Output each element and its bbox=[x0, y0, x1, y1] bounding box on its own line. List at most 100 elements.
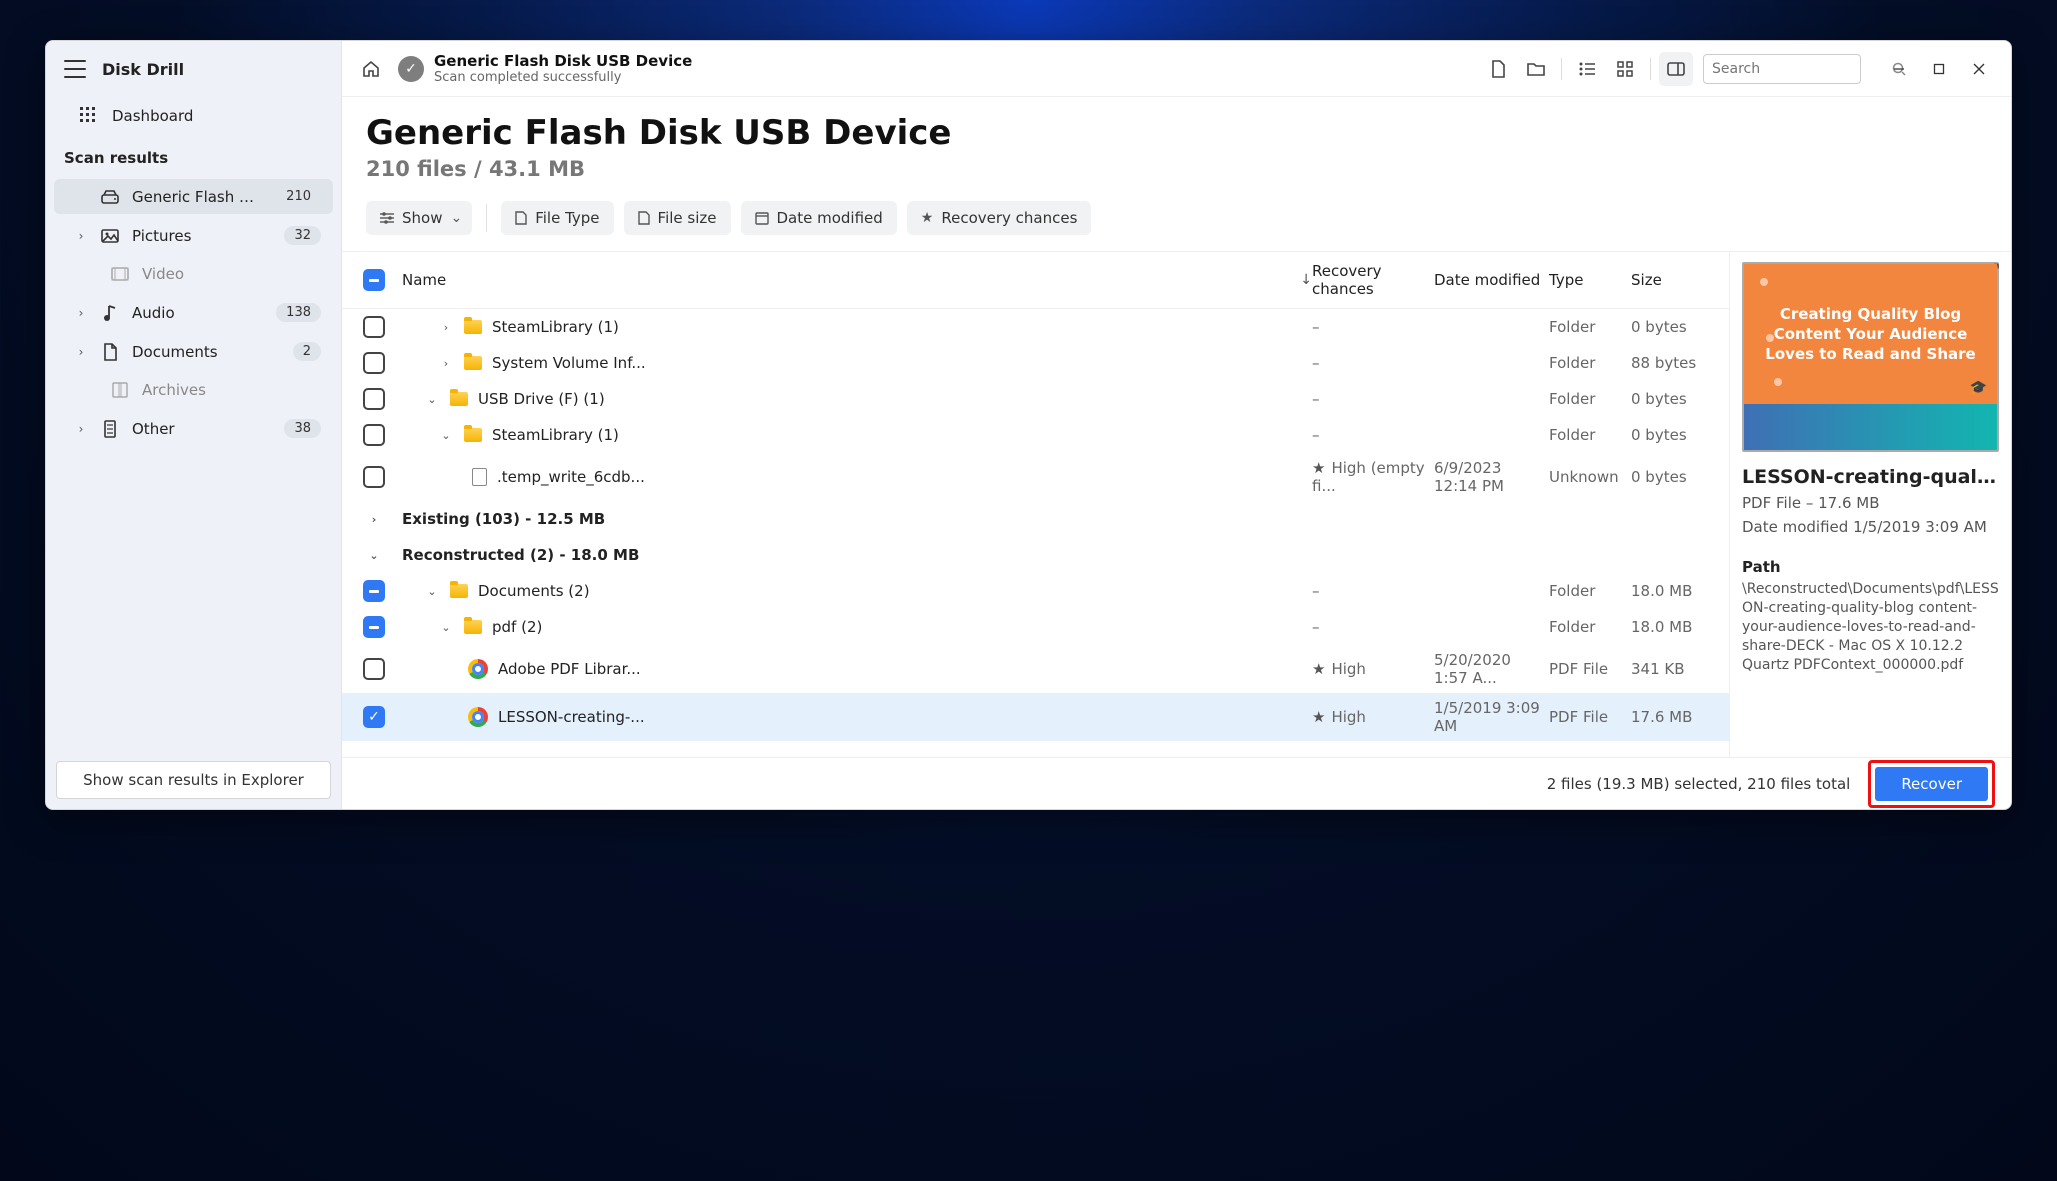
sidebar-item-video[interactable]: Video bbox=[54, 257, 333, 291]
file-name: .temp_write_6cdb... bbox=[497, 468, 1312, 486]
cell-recovery: – bbox=[1312, 354, 1434, 372]
row-checkbox[interactable]: ✓ bbox=[363, 706, 385, 728]
page-subtitle: 210 files / 43.1 MB bbox=[366, 157, 1987, 181]
nav-dashboard[interactable]: Dashboard bbox=[46, 97, 341, 135]
sidebar-badge: 138 bbox=[276, 303, 321, 322]
table-row[interactable]: .temp_write_6cdb... ★High (empty fi... 6… bbox=[342, 453, 1729, 501]
panel-view-icon[interactable] bbox=[1659, 52, 1693, 86]
chevron-right-icon[interactable]: › bbox=[366, 513, 382, 526]
cell-size: 0 bytes bbox=[1631, 468, 1711, 486]
file-name: SteamLibrary (1) bbox=[492, 318, 1312, 336]
music-icon bbox=[100, 304, 120, 322]
chevron-down-icon[interactable]: ⌄ bbox=[438, 429, 454, 442]
sidebar-item-archives[interactable]: Archives bbox=[54, 373, 333, 407]
chevron-right-icon: › bbox=[74, 345, 88, 359]
view-controls bbox=[1481, 52, 1693, 86]
col-size[interactable]: Size bbox=[1631, 271, 1711, 289]
chevron-down-icon[interactable]: ⌄ bbox=[366, 549, 382, 562]
close-button[interactable] bbox=[1959, 49, 1999, 89]
archive-icon bbox=[110, 382, 130, 398]
chevron-right-icon[interactable]: › bbox=[438, 357, 454, 370]
list-view-icon[interactable] bbox=[1570, 52, 1604, 86]
file-list: Name↓ Recovery chances Date modified Typ… bbox=[342, 252, 1729, 757]
table-row[interactable]: Adobe PDF Librar... ★High 5/20/2020 1:57… bbox=[342, 645, 1729, 693]
section-existing[interactable]: › Existing (103) - 12.5 MB bbox=[342, 501, 1729, 537]
row-checkbox[interactable] bbox=[363, 352, 385, 374]
table-row[interactable]: ⌄USB Drive (F) (1) – Folder 0 bytes bbox=[342, 381, 1729, 417]
maximize-button[interactable] bbox=[1919, 49, 1959, 89]
filter-datemod[interactable]: Date modified bbox=[741, 201, 897, 235]
table-row[interactable]: ✓ LESSON-creating-... ★High 1/5/2019 3:0… bbox=[342, 693, 1729, 741]
row-checkbox[interactable] bbox=[363, 388, 385, 410]
show-in-explorer-button[interactable]: Show scan results in Explorer bbox=[56, 761, 331, 799]
col-date[interactable]: Date modified bbox=[1434, 271, 1549, 289]
table-row[interactable]: ›System Volume Inf... – Folder 88 bytes bbox=[342, 345, 1729, 381]
scan-status-icon: ✓ bbox=[398, 56, 424, 82]
breadcrumb-subtitle: Scan completed successfully bbox=[434, 70, 1471, 85]
table-row[interactable]: ›SteamLibrary (1) – Folder 0 bytes bbox=[342, 309, 1729, 345]
file-icon[interactable] bbox=[1481, 52, 1515, 86]
cell-recovery: ★High bbox=[1312, 708, 1434, 726]
row-checkbox[interactable] bbox=[363, 316, 385, 338]
sidebar-item-audio[interactable]: › Audio 138 bbox=[54, 295, 333, 330]
table-row[interactable]: ⌄pdf (2) – Folder 18.0 MB bbox=[342, 609, 1729, 645]
folder-icon[interactable] bbox=[1519, 52, 1553, 86]
filter-bar: Show ⌄ File Type File size Date modified… bbox=[342, 201, 2011, 251]
separator bbox=[1561, 58, 1562, 80]
folder-icon bbox=[464, 320, 482, 334]
col-type[interactable]: Type bbox=[1549, 271, 1631, 289]
sidebar-item-other[interactable]: › Other 38 bbox=[54, 411, 333, 446]
calendar-icon bbox=[755, 211, 769, 225]
graduation-icon: 🎓 bbox=[1970, 379, 1987, 398]
sidebar-item-device[interactable]: Generic Flash Disk USB... 210 bbox=[54, 179, 333, 214]
separator bbox=[1650, 58, 1651, 80]
chevron-down-icon[interactable]: ⌄ bbox=[438, 621, 454, 634]
filter-filetype[interactable]: File Type bbox=[501, 201, 613, 235]
row-checkbox[interactable] bbox=[363, 466, 385, 488]
folder-icon bbox=[450, 392, 468, 406]
cell-date: 5/20/2020 1:57 A... bbox=[1434, 651, 1549, 687]
preview-date: Date modified 1/5/2019 3:09 AM bbox=[1742, 518, 1999, 536]
section-reconstructed[interactable]: ⌄ Reconstructed (2) - 18.0 MB bbox=[342, 537, 1729, 573]
home-icon[interactable] bbox=[354, 52, 388, 86]
row-checkbox[interactable] bbox=[363, 424, 385, 446]
thumbnail-text: Creating Quality Blog Content Your Audie… bbox=[1758, 304, 1983, 365]
select-all-checkbox[interactable] bbox=[363, 269, 385, 291]
row-checkbox[interactable] bbox=[363, 616, 385, 638]
filter-recchance[interactable]: ★ Recovery chances bbox=[907, 201, 1092, 235]
col-recovery[interactable]: Recovery chances bbox=[1312, 262, 1434, 298]
image-icon bbox=[100, 229, 120, 243]
file-name: USB Drive (F) (1) bbox=[478, 390, 1312, 408]
chevron-right-icon: › bbox=[74, 306, 88, 320]
cell-date: 1/5/2019 3:09 AM bbox=[1434, 699, 1549, 735]
star-icon: ★ bbox=[921, 210, 934, 226]
search-box[interactable] bbox=[1703, 54, 1861, 84]
filter-show[interactable]: Show ⌄ bbox=[366, 201, 472, 235]
sidebar-item-documents[interactable]: › Documents 2 bbox=[54, 334, 333, 369]
row-checkbox[interactable] bbox=[363, 658, 385, 680]
row-checkbox[interactable] bbox=[363, 580, 385, 602]
filter-filesize[interactable]: File size bbox=[624, 201, 731, 235]
sidebar-item-label: Audio bbox=[132, 304, 264, 322]
selection-status: 2 files (19.3 MB) selected, 210 files to… bbox=[1547, 775, 1851, 793]
grid-view-icon[interactable] bbox=[1608, 52, 1642, 86]
cell-size: 0 bytes bbox=[1631, 390, 1711, 408]
hamburger-icon[interactable] bbox=[64, 60, 86, 78]
sidebar-item-pictures[interactable]: › Pictures 32 bbox=[54, 218, 333, 253]
chevron-down-icon[interactable]: ⌄ bbox=[424, 585, 440, 598]
filter-label: File size bbox=[658, 209, 717, 227]
chevron-down-icon[interactable]: ⌄ bbox=[424, 393, 440, 406]
decoration-dot bbox=[1766, 334, 1774, 342]
search-input[interactable] bbox=[1712, 61, 1886, 77]
recover-button[interactable]: Recover bbox=[1875, 767, 1988, 801]
filter-label: Date modified bbox=[777, 209, 883, 227]
chevron-right-icon[interactable]: › bbox=[438, 321, 454, 334]
minimize-button[interactable] bbox=[1879, 49, 1919, 89]
file-name: Documents (2) bbox=[478, 582, 1312, 600]
table-row[interactable]: ⌄SteamLibrary (1) – Folder 0 bytes bbox=[342, 417, 1729, 453]
chevron-right-icon: › bbox=[74, 422, 88, 436]
col-name[interactable]: Name↓ bbox=[394, 271, 1312, 289]
table-row[interactable]: ⌄Documents (2) – Folder 18.0 MB bbox=[342, 573, 1729, 609]
cell-recovery: – bbox=[1312, 318, 1434, 336]
chevron-right-icon: › bbox=[74, 229, 88, 243]
